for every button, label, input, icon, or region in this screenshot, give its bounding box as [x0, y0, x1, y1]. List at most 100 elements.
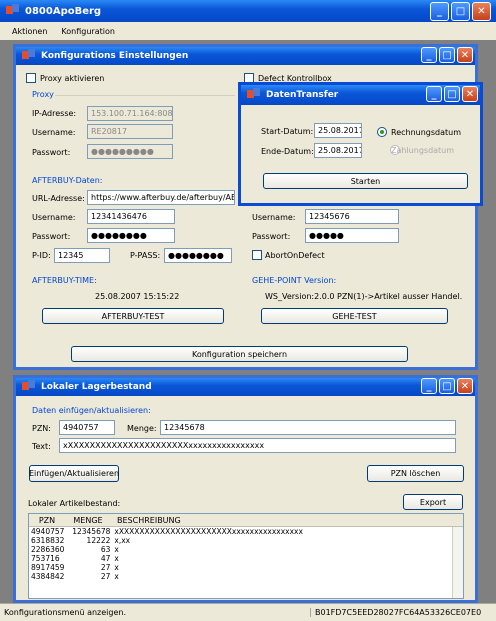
abort-label: AbortOnDefect — [265, 251, 325, 260]
afterbuy-pass-field[interactable]: ●●●●●●●● — [87, 228, 175, 243]
afterbuy-group-label: AFTERBUY-Daten: — [32, 176, 103, 185]
col-beschreibung[interactable]: BESCHREIBUNG — [111, 516, 181, 525]
ppass-field[interactable]: ●●●●●●●● — [164, 248, 232, 263]
lager-titlebar: Lokaler Lagerbestand _ □ ✕ — [16, 378, 475, 396]
cell-pzn: 4940757 — [31, 527, 65, 536]
gehe-test-button[interactable]: GEHE-TEST — [261, 308, 448, 324]
save-button[interactable]: Konfiguration speichern — [71, 346, 408, 362]
end-date-field[interactable]: 25.08.2017 — [314, 143, 362, 158]
menge-label: Menge: — [127, 424, 157, 433]
minimize-icon[interactable]: _ — [421, 378, 437, 394]
transfer-title: DatenTransfer — [266, 90, 339, 100]
lager-group-label: Daten einfügen/aktualisieren: — [32, 406, 151, 415]
list-scrollbar[interactable] — [452, 527, 463, 598]
text-label: Text: — [32, 442, 51, 451]
pzn-field[interactable]: 4940757 — [59, 420, 115, 435]
abort-checkbox[interactable] — [252, 250, 262, 260]
start-button[interactable]: Starten — [263, 173, 468, 189]
cell-menge: 63 — [100, 545, 111, 554]
url-field[interactable]: https://www.afterbuy.de/afterbuy/ABInt — [87, 190, 235, 205]
cell-menge: 27 — [100, 572, 111, 581]
gehe-pass-label: Passwort: — [252, 232, 291, 241]
col-menge[interactable]: MENGE — [65, 516, 111, 525]
table-row[interactable]: 4384842 27 x — [29, 572, 305, 581]
export-button[interactable]: Export — [403, 494, 463, 510]
cell-text: x — [114, 554, 119, 563]
proxy-pass-field[interactable]: ●●●●●●●●● — [87, 144, 173, 159]
menu-konfiguration[interactable]: Konfiguration — [61, 27, 115, 36]
cell-pzn: 2286360 — [31, 545, 65, 554]
cell-text: x,xx — [114, 536, 131, 545]
proxy-checkbox[interactable] — [26, 73, 36, 83]
afterbuy-user-field[interactable]: 12341436476 — [87, 209, 175, 224]
maximize-icon[interactable]: □ — [451, 2, 470, 21]
close-icon[interactable]: ✕ — [472, 2, 491, 21]
lager-title: Lokaler Lagerbestand — [41, 382, 152, 392]
menu-bar: Aktionen Konfiguration — [0, 22, 496, 40]
window-icon — [22, 49, 36, 63]
delete-button[interactable]: PZN löschen — [367, 465, 464, 482]
zahlungsdatum-label: Zahlungsdatum — [391, 146, 455, 155]
ip-field[interactable]: 153.100.71.164:8080 — [87, 106, 173, 121]
table-row[interactable]: 4940757 12345678 xXXXXXXXXXXXXXXXXXXXXXXxx… — [29, 527, 305, 536]
status-right: B01FD7C5EED28027FC64A53326CE07E0 — [310, 608, 481, 617]
gehe-user-field[interactable]: 12345676 — [305, 209, 399, 224]
menu-aktionen[interactable]: Aktionen — [12, 27, 47, 36]
article-table: 4940757 12345678 xXXXXXXXXXXXXXXXXXXXXXXxx… — [29, 527, 305, 581]
article-list[interactable]: PZN MENGE BESCHREIBUNG 4940757 12345678 xX… — [28, 513, 464, 599]
close-icon[interactable]: ✕ — [462, 86, 478, 102]
rechnungsdatum-radio[interactable] — [377, 127, 387, 137]
proxy-user-label: Username: — [32, 128, 76, 137]
proxy-pass-label: Passwort: — [32, 148, 71, 157]
close-icon[interactable]: ✕ — [457, 47, 473, 63]
gehe-version: WS_Version:2.0.0 PZN(1)->Artikel ausser … — [265, 292, 463, 301]
config-title: Konfigurations Einstellungen — [41, 51, 189, 61]
proxy-group-label: Proxy — [32, 90, 54, 99]
afterbuy-pass-label: Passwort: — [32, 232, 71, 241]
start-date-label: Start-Datum: — [261, 127, 314, 136]
app-icon — [6, 4, 20, 18]
cell-menge: 12222 — [86, 536, 111, 545]
maximize-icon[interactable]: □ — [444, 86, 460, 102]
cell-text: xXXXXXXXXXXXXXXXXXXXXXXxxxxxxxxxxxxxxxx — [114, 527, 303, 536]
insert-button[interactable]: Einfügen/Aktualisieren — [29, 465, 119, 482]
proxy-checkbox-label: Proxy aktivieren — [40, 74, 105, 83]
gehe-user-label: Username: — [252, 213, 296, 222]
cell-text: x — [114, 545, 119, 554]
close-icon[interactable]: ✕ — [457, 378, 473, 394]
maximize-icon[interactable]: □ — [439, 378, 455, 394]
cell-pzn: 8917459 — [31, 563, 65, 572]
cell-text: x — [114, 572, 119, 581]
window-icon — [22, 380, 36, 394]
table-row[interactable]: 2286360 63 x — [29, 545, 305, 554]
time-value: 25.08.2007 15:15:22 — [95, 292, 180, 301]
list-label: Lokaler Artikelbestand: — [28, 499, 121, 508]
col-pzn[interactable]: PZN — [29, 516, 65, 525]
maximize-icon[interactable]: □ — [439, 47, 455, 63]
table-row[interactable]: 753716 47 x — [29, 554, 305, 563]
cell-pzn: 4384842 — [31, 572, 65, 581]
pzn-label: PZN: — [32, 424, 51, 433]
url-label: URL-Adresse: — [32, 194, 85, 203]
text-field[interactable]: xXXXXXXXXXXXXXXXXXXXXXXxxxxxxxxxxxxxxxx — [59, 438, 456, 453]
table-row[interactable]: 6318832 12222 x,xx — [29, 536, 305, 545]
minimize-icon[interactable]: _ — [426, 86, 442, 102]
minimize-icon[interactable]: _ — [421, 47, 437, 63]
list-header: PZN MENGE BESCHREIBUNG — [29, 514, 463, 527]
pid-field[interactable]: 12345 — [54, 248, 110, 263]
gehe-pass-field[interactable]: ●●●●● — [305, 228, 399, 243]
cell-menge: 47 — [100, 554, 111, 563]
afterbuy-test-button[interactable]: AFTERBUY-TEST — [42, 308, 224, 324]
menge-field[interactable]: 12345678 — [160, 420, 456, 435]
app-title: 0800ApoBerg — [25, 5, 102, 17]
start-date-field[interactable]: 25.08.2017 — [314, 123, 362, 138]
ppass-label: P-PASS: — [130, 251, 161, 260]
proxy-user-field[interactable]: RE20817 — [87, 124, 173, 139]
table-row[interactable]: 8917459 27 x — [29, 563, 305, 572]
cell-pzn: 6318832 — [31, 536, 65, 545]
gehe-group-label: GEHE-POINT Version: — [252, 276, 337, 285]
status-bar: Konfigurationsmenü anzeigen. B01FD7C5EED… — [0, 603, 496, 621]
cell-menge: 12345678 — [72, 527, 111, 536]
minimize-icon[interactable]: _ — [430, 2, 449, 21]
cell-pzn: 753716 — [31, 554, 60, 563]
